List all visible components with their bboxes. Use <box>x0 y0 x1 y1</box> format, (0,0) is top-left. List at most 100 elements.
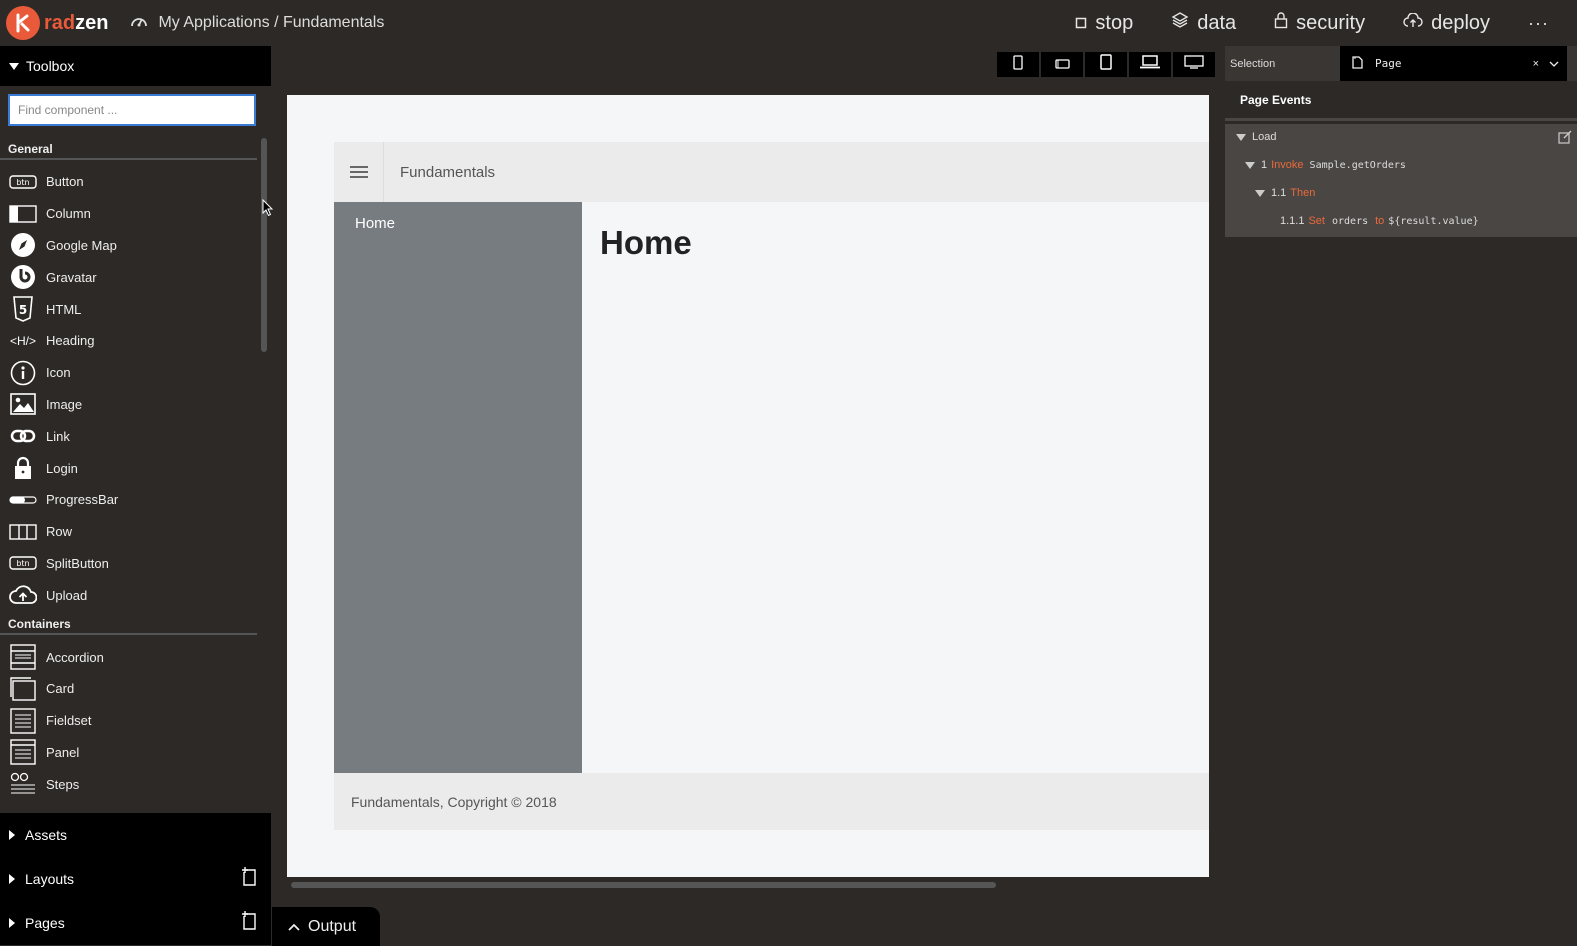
sidebar-item-home[interactable]: Home <box>355 215 395 232</box>
layouts-section[interactable]: Layouts <box>0 857 271 901</box>
page-file-icon <box>1352 55 1363 72</box>
phone-portrait-button[interactable] <box>997 52 1039 77</box>
top-nav: stop data security deploy ··· <box>1075 0 1549 46</box>
component-label: Login <box>46 460 78 476</box>
tablet-portrait-button[interactable] <box>1085 52 1127 77</box>
html5-icon: 5 <box>8 296 38 322</box>
dashboard-icon <box>130 13 148 34</box>
component-fieldset[interactable]: Fieldset <box>0 705 271 737</box>
radzen-logo[interactable]: radzen <box>6 6 108 40</box>
component-label: Column <box>46 206 91 222</box>
toolbox-header[interactable]: Toolbox <box>0 46 271 86</box>
more-menu-button[interactable]: ··· <box>1528 13 1549 34</box>
general-list: btn Button Column Google Map Gravatar 5 … <box>0 166 271 611</box>
action-variable: orders <box>1331 215 1369 227</box>
selection-dropdown[interactable]: Page × <box>1340 46 1567 81</box>
component-accordion[interactable]: Accordion <box>0 641 271 673</box>
component-column[interactable]: Column <box>0 198 271 230</box>
laptop-button[interactable] <box>1129 52 1171 77</box>
containers-list: Accordion Card Fieldset Panel Steps <box>0 641 271 800</box>
deploy-label: deploy <box>1431 11 1491 34</box>
accordion-icon <box>8 644 38 670</box>
lock-icon <box>8 455 38 481</box>
component-image[interactable]: Image <box>0 389 271 421</box>
data-button[interactable]: data <box>1171 11 1236 35</box>
upload-cloud-icon <box>8 582 38 608</box>
radzen-logo-icon <box>6 6 40 40</box>
component-label: Panel <box>46 744 80 760</box>
action-invoke[interactable]: 1 Invoke Sample.getOrders <box>1245 155 1406 175</box>
collapse-triangle-icon <box>1245 161 1255 169</box>
clear-selection-icon[interactable]: × <box>1533 58 1539 70</box>
component-link[interactable]: Link <box>0 420 271 452</box>
component-label: Upload <box>46 587 88 603</box>
card-icon <box>8 676 38 702</box>
component-card[interactable]: Card <box>0 673 271 705</box>
toolbox-scrollbar[interactable] <box>261 138 267 352</box>
app-header[interactable]: Fundamentals <box>334 142 1209 202</box>
find-component-input[interactable] <box>8 94 256 126</box>
action-value: ${result.value} <box>1388 215 1479 227</box>
component-label: Icon <box>46 365 71 381</box>
output-tab[interactable]: Output <box>272 907 380 946</box>
component-button[interactable]: btn Button <box>0 166 271 198</box>
pages-section[interactable]: Pages <box>0 901 271 945</box>
component-icon[interactable]: Icon <box>0 357 271 389</box>
laptop-icon <box>1140 55 1160 74</box>
action-then[interactable]: 1.1 Then <box>1255 183 1315 203</box>
page-heading[interactable]: Home <box>600 224 692 262</box>
app-main-content[interactable]: Home <box>582 202 1209 773</box>
add-layout-icon[interactable] <box>241 867 259 890</box>
component-label: Accordion <box>46 649 104 665</box>
action-set[interactable]: 1.1.1 Set orders to ${result.value} <box>1280 211 1479 231</box>
logo-text-zen: zen <box>75 11 109 34</box>
component-label: Image <box>46 396 83 412</box>
component-row[interactable]: Row <box>0 516 271 548</box>
desktop-icon <box>1184 55 1204 74</box>
app-sidebar[interactable]: Home <box>334 202 582 773</box>
panel-icon <box>8 739 38 766</box>
cloud-upload-icon <box>1403 11 1423 35</box>
app-footer[interactable]: Fundamentals, Copyright © 2018 <box>334 773 1209 830</box>
data-label: data <box>1197 11 1237 34</box>
stop-button[interactable]: stop <box>1075 12 1133 35</box>
phone-landscape-button[interactable] <box>1041 52 1083 77</box>
component-login[interactable]: Login <box>0 452 271 484</box>
component-upload[interactable]: Upload <box>0 579 271 611</box>
chevron-up-icon <box>288 918 300 936</box>
top-bar: radzen My Applications / Fundamentals st… <box>0 0 1577 46</box>
gravatar-icon <box>8 264 38 290</box>
layers-icon <box>1171 11 1189 35</box>
stop-label: stop <box>1095 11 1134 34</box>
component-gravatar[interactable]: Gravatar <box>0 261 271 293</box>
component-google-map[interactable]: Google Map <box>0 230 271 262</box>
deploy-button[interactable]: deploy <box>1403 12 1490 35</box>
edit-icon[interactable] <box>1558 130 1572 147</box>
tablet-portrait-icon <box>1100 54 1112 75</box>
column-icon <box>8 201 38 227</box>
component-progressbar[interactable]: ProgressBar <box>0 484 271 516</box>
mouse-cursor-icon <box>262 198 274 222</box>
breadcrumb[interactable]: My Applications / Fundamentals <box>130 13 384 34</box>
desktop-button[interactable] <box>1173 52 1215 77</box>
component-label: Fieldset <box>46 713 92 729</box>
component-heading[interactable]: <H/> Heading <box>0 325 271 357</box>
security-button[interactable]: security <box>1274 11 1365 35</box>
component-splitbutton[interactable]: btn SplitButton <box>0 548 271 580</box>
btn-icon: btn <box>8 169 38 195</box>
add-page-icon[interactable] <box>241 911 259 934</box>
toolbox-title: Toolbox <box>26 58 75 74</box>
canvas-horizontal-scrollbar[interactable] <box>291 882 996 888</box>
action-keyword: Then <box>1290 187 1316 199</box>
hamburger-icon[interactable] <box>334 142 384 202</box>
row-icon <box>8 519 38 545</box>
assets-section[interactable]: Assets <box>0 813 271 857</box>
component-panel[interactable]: Panel <box>0 737 271 769</box>
design-canvas[interactable]: Fundamentals Home Home Fundamentals, Cop… <box>287 95 1209 877</box>
event-load[interactable]: Load <box>1236 127 1276 147</box>
action-number: 1.1 <box>1271 187 1287 199</box>
chevron-down-icon[interactable] <box>1549 57 1559 70</box>
steps-icon <box>8 771 38 797</box>
component-steps[interactable]: Steps <box>0 768 271 800</box>
component-html[interactable]: 5 HTML <box>0 293 271 325</box>
